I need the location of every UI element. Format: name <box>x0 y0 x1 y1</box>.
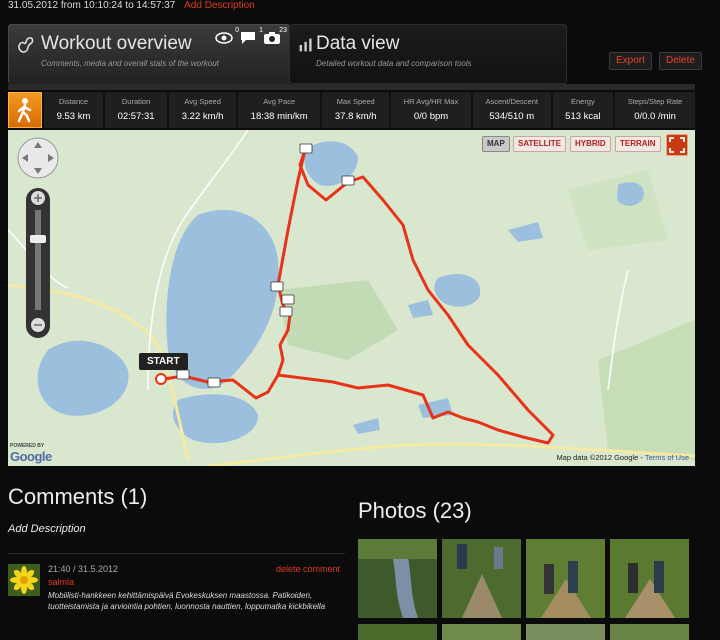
stat-label: Ascent/Descent <box>485 97 538 106</box>
photo-thumbnail[interactable] <box>442 624 521 640</box>
add-description-link[interactable]: Add Description <box>184 0 255 11</box>
photo-thumbnail[interactable] <box>610 539 689 618</box>
start-label: START <box>139 353 188 370</box>
photo-marker[interactable] <box>270 281 284 292</box>
stat-value: 18:38 min/km <box>250 111 308 122</box>
tab-subtitle: Comments, media and overall stats of the… <box>41 59 219 68</box>
divider <box>8 553 345 554</box>
photos-count: 23 <box>279 27 287 34</box>
pan-control[interactable] <box>17 137 59 179</box>
stat-duration: Duration 02:57:31 <box>104 92 168 128</box>
stat-value: 513 kcal <box>565 111 601 122</box>
comments-heading: Comments (1) <box>8 484 148 509</box>
stat-value: 0/0.0 /min <box>634 111 676 122</box>
attribution-text: Map data ©2012 Google - <box>556 453 645 462</box>
walking-icon <box>8 92 42 128</box>
route-map[interactable]: MAP SATELLITE HYBRID TERRAIN START POWER… <box>8 130 695 466</box>
photo-marker[interactable] <box>341 175 355 186</box>
map-canvas[interactable] <box>8 130 695 466</box>
google-wordmark: Google <box>10 449 52 464</box>
stat-label: Distance <box>58 97 89 106</box>
stat-steps: Steps/Step Rate 0/0.0 /min <box>615 92 695 128</box>
views-icon: 0 <box>215 27 239 45</box>
add-description-link[interactable]: Add Description <box>8 523 86 535</box>
map-type-map-button[interactable]: MAP <box>482 136 510 152</box>
map-type-hybrid-button[interactable]: HYBRID <box>570 136 611 152</box>
tab-data-view[interactable]: Data view Detailed workout data and comp… <box>289 24 567 84</box>
fullscreen-icon[interactable] <box>666 134 688 156</box>
photo-thumbnail[interactable] <box>526 539 605 618</box>
photo-marker[interactable] <box>279 306 293 317</box>
comment-author[interactable]: salmia <box>48 577 74 587</box>
stat-label: Avg Speed <box>184 97 221 106</box>
avatar[interactable] <box>8 564 40 596</box>
photo-thumbnail[interactable] <box>610 624 689 640</box>
comment-text: Mobiilisti-hankkeen kehittämispäivä Evok… <box>48 591 326 611</box>
tab-workout-overview[interactable]: Workout overview Comments, media and ove… <box>8 24 290 84</box>
google-logo: POWERED BY Google <box>10 443 52 464</box>
stat-avg-speed: Avg Speed 3.22 km/h <box>169 92 237 128</box>
delete-button[interactable]: Delete <box>659 52 702 70</box>
stat-value: 02:57:31 <box>117 111 155 122</box>
photo-marker[interactable] <box>299 143 313 154</box>
stat-label: Energy <box>570 97 595 106</box>
photo-marker[interactable] <box>176 369 190 380</box>
stat-max-speed: Max Speed 37.8 km/h <box>322 92 390 128</box>
tab-title: Workout overview <box>41 33 192 54</box>
stat-avg-pace: Avg Pace 18:38 min/km <box>238 92 321 128</box>
photo-marker[interactable] <box>281 294 295 305</box>
panel-divider <box>8 84 695 90</box>
stat-value: 3.22 km/h <box>181 111 224 122</box>
map-type-satellite-button[interactable]: SATELLITE <box>513 136 566 152</box>
comment-timestamp: 21:40 / 31.5.2012 <box>48 564 119 574</box>
stat-label: Max Speed <box>336 97 375 106</box>
photo-thumbnail[interactable] <box>358 624 437 640</box>
comments-icon: 1 <box>239 27 263 45</box>
export-button[interactable]: Export <box>609 52 652 70</box>
stat-energy: Energy 513 kcal <box>552 92 614 128</box>
bar-chart-icon <box>299 38 312 52</box>
delete-comment-link[interactable]: delete comment <box>276 564 340 574</box>
map-attribution: Map data ©2012 Google - Terms of Use <box>556 453 689 462</box>
photo-thumbnail[interactable] <box>442 539 521 618</box>
terms-of-use-link[interactable]: Terms of Use <box>645 453 689 462</box>
photo-thumbnail[interactable] <box>358 539 437 618</box>
photos-heading: Photos (23) <box>358 498 472 523</box>
tab-title: Data view <box>316 33 400 54</box>
workout-date-line: 31.05.2012 from 10:10:24 to 14:57:37 Add… <box>8 0 255 14</box>
stat-value: 534/510 m <box>489 111 535 122</box>
stat-label: HR Avg/HR Max <box>403 97 459 106</box>
photo-thumbnail[interactable] <box>526 624 605 640</box>
stats-bar: Distance 9.53 km Duration 02:57:31 Avg Spe… <box>8 92 695 128</box>
stat-value: 9.53 km <box>56 111 91 122</box>
photo-marker[interactable] <box>207 377 221 388</box>
tab-subtitle: Detailed workout data and comparison too… <box>316 59 472 68</box>
stat-label: Duration <box>121 97 151 106</box>
date-range: 31.05.2012 from 10:10:24 to 14:57:37 <box>8 0 176 11</box>
stat-value: 37.8 km/h <box>334 111 377 122</box>
stat-heart-rate: HR Avg/HR Max 0/0 bpm <box>391 92 471 128</box>
map-type-terrain-button[interactable]: TERRAIN <box>615 136 661 152</box>
workout-icon <box>18 37 34 53</box>
stat-distance: Distance 9.53 km <box>44 92 103 128</box>
camera-icon: 23 <box>263 27 287 45</box>
stat-label: Avg Pace <box>263 97 296 106</box>
stat-label: Steps/Step Rate <box>627 97 683 106</box>
zoom-slider[interactable] <box>26 188 50 338</box>
stat-value: 0/0 bpm <box>413 111 449 122</box>
stat-ascent-descent: Ascent/Descent 534/510 m <box>472 92 551 128</box>
start-marker[interactable] <box>155 373 167 385</box>
